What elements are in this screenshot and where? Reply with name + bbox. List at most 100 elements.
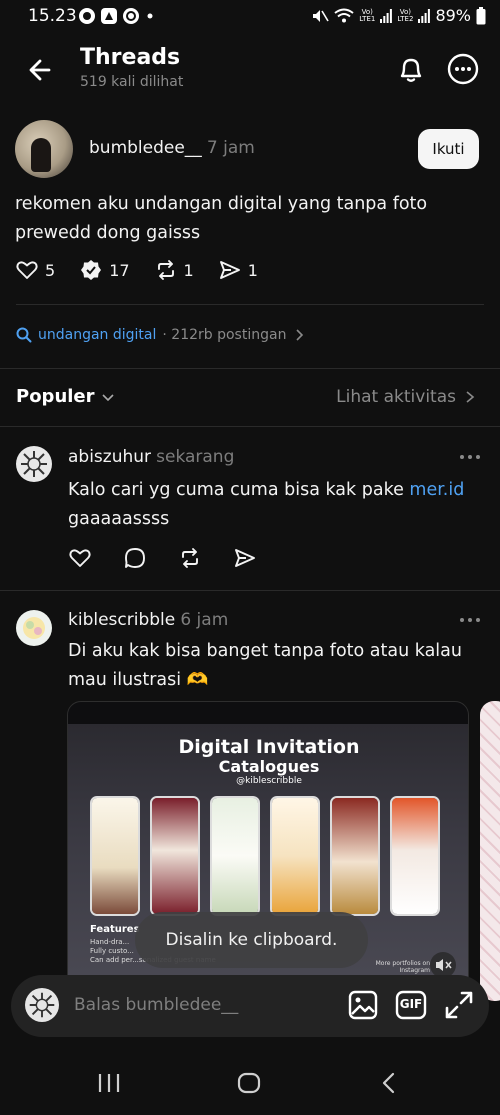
avatar-logo-icon xyxy=(23,617,45,639)
repost-button[interactable]: 1 xyxy=(154,258,194,282)
gif-label: GIF xyxy=(399,997,423,1011)
features-heading: Features xyxy=(90,924,140,935)
system-nav-bar xyxy=(0,1053,500,1115)
reply-link[interactable]: mer.id xyxy=(409,480,464,500)
view-count: 519 kali dilihat xyxy=(80,74,184,90)
post-time: 7 jam xyxy=(206,138,255,158)
footer-note: More portfolios on Instagram xyxy=(375,960,430,974)
divider xyxy=(16,304,484,305)
notifications-button[interactable] xyxy=(394,52,428,86)
arrow-left-icon xyxy=(29,59,51,81)
phone-mockup xyxy=(210,796,260,916)
back-button[interactable] xyxy=(22,52,58,88)
reply-more-button[interactable] xyxy=(458,615,482,625)
page-title: Threads xyxy=(80,45,181,70)
avatar-sketch-icon xyxy=(21,451,47,477)
reply-time: sekarang xyxy=(156,447,235,467)
phone-mockup xyxy=(390,796,440,916)
reply-avatar[interactable] xyxy=(16,610,52,646)
more-options-button[interactable] xyxy=(446,52,480,86)
comment-icon[interactable] xyxy=(123,546,147,570)
repost-count: 1 xyxy=(183,260,194,280)
home-button[interactable] xyxy=(236,1072,262,1094)
more-horizontal-icon xyxy=(447,53,479,85)
chevron-down-icon xyxy=(101,393,114,401)
repost-icon[interactable] xyxy=(178,546,202,570)
quote-count: 17 xyxy=(109,260,130,280)
section-divider xyxy=(0,426,500,427)
my-avatar xyxy=(25,988,59,1022)
home-icon xyxy=(237,1072,261,1094)
clipboard-toast: Disalin ke clipboard. xyxy=(135,912,368,968)
post-author: bumbledee__ 7 jam xyxy=(89,138,255,158)
follow-button[interactable]: Ikuti xyxy=(418,129,479,169)
topic-name[interactable]: undangan digital xyxy=(38,327,156,343)
nav-back-button[interactable] xyxy=(378,1072,400,1094)
chevron-right-icon xyxy=(296,329,304,341)
heart-icon[interactable] xyxy=(68,546,92,570)
recents-button[interactable] xyxy=(96,1072,122,1094)
attach-image-button[interactable] xyxy=(347,989,379,1021)
image-handle: @kiblescribble xyxy=(236,776,302,786)
sort-label: Populer xyxy=(16,386,95,407)
wifi-icon xyxy=(334,8,354,22)
topic-count: · 212rb postingan xyxy=(162,327,287,343)
battery-icon xyxy=(476,6,486,24)
quote-button[interactable]: 17 xyxy=(79,258,130,282)
image-icon xyxy=(348,990,378,1020)
expand-button[interactable] xyxy=(443,989,475,1021)
share-count: 1 xyxy=(247,260,258,280)
author-username[interactable]: bumbledee__ xyxy=(89,138,202,158)
next-image-peek[interactable] xyxy=(480,701,500,1001)
nav-back-icon xyxy=(382,1072,395,1094)
reply-text: Kalo cari yg cuma cuma bisa kak pake mer… xyxy=(68,476,478,534)
topic-link[interactable]: undangan digital · 212rb postingan xyxy=(16,327,306,343)
notification-icons xyxy=(78,7,156,25)
reply-username[interactable]: abiszuhur xyxy=(68,447,151,467)
reply-header: kiblescribble 6 jam xyxy=(68,610,228,630)
post-actions: 5 17 1 1 xyxy=(15,258,282,282)
reply-more-button[interactable] xyxy=(458,452,482,462)
status-bar: 15.23 Vo) LTE1 Vo) LTE2 89% xyxy=(0,0,500,34)
whatsapp-notif-icon xyxy=(123,8,139,24)
phone-mockup xyxy=(90,796,140,916)
phone-mockup xyxy=(150,796,200,916)
sort-dropdown[interactable]: Populer xyxy=(16,386,115,407)
reply-header: abiszuhur sekarang xyxy=(68,447,234,467)
post-text: rekomen aku undangan digital yang tanpa … xyxy=(15,194,428,243)
check-badge-icon xyxy=(81,260,102,280)
image-title-line1: Digital Invitation xyxy=(178,736,360,758)
author-avatar[interactable] xyxy=(15,120,73,178)
activity-link[interactable]: Lihat aktivitas xyxy=(336,387,476,407)
reply-text: Di aku kak bisa banget tanpa foto atau k… xyxy=(68,641,462,690)
like-count: 5 xyxy=(45,260,56,280)
reply-text-part: gaaaaassss xyxy=(68,509,170,529)
more-dots-icon xyxy=(460,618,480,622)
reply-username[interactable]: kiblescribble xyxy=(68,610,175,630)
send-icon[interactable] xyxy=(233,546,257,570)
image-title-line2: Catalogues xyxy=(218,757,320,776)
section-divider xyxy=(0,590,500,591)
status-right: Vo) LTE1 Vo) LTE2 89% xyxy=(311,6,486,25)
activity-label: Lihat aktivitas xyxy=(336,387,456,407)
phone-mockup xyxy=(270,796,320,916)
status-time: 15.23 xyxy=(28,6,77,26)
reply-avatar[interactable] xyxy=(16,446,52,482)
section-divider xyxy=(0,368,500,369)
expand-icon xyxy=(445,991,473,1019)
more-dots-icon xyxy=(460,455,480,459)
recents-icon xyxy=(98,1074,120,1092)
reply-input[interactable]: Balas bumbledee__ xyxy=(74,995,238,1015)
mute-icon xyxy=(313,9,329,22)
like-button[interactable]: 5 xyxy=(15,258,55,282)
signal2-icon xyxy=(418,8,431,23)
search-icon xyxy=(16,327,32,343)
send-icon xyxy=(219,261,240,279)
bell-icon xyxy=(400,58,422,82)
share-button[interactable]: 1 xyxy=(218,258,258,282)
phone-mockup xyxy=(330,796,380,916)
gif-button[interactable]: GIF xyxy=(395,989,427,1021)
reply-bar: Balas bumbledee__ GIF xyxy=(11,975,489,1037)
repost-icon xyxy=(157,260,174,280)
reply-text-part: Kalo cari yg cuma cuma bisa kak pake xyxy=(68,480,410,500)
